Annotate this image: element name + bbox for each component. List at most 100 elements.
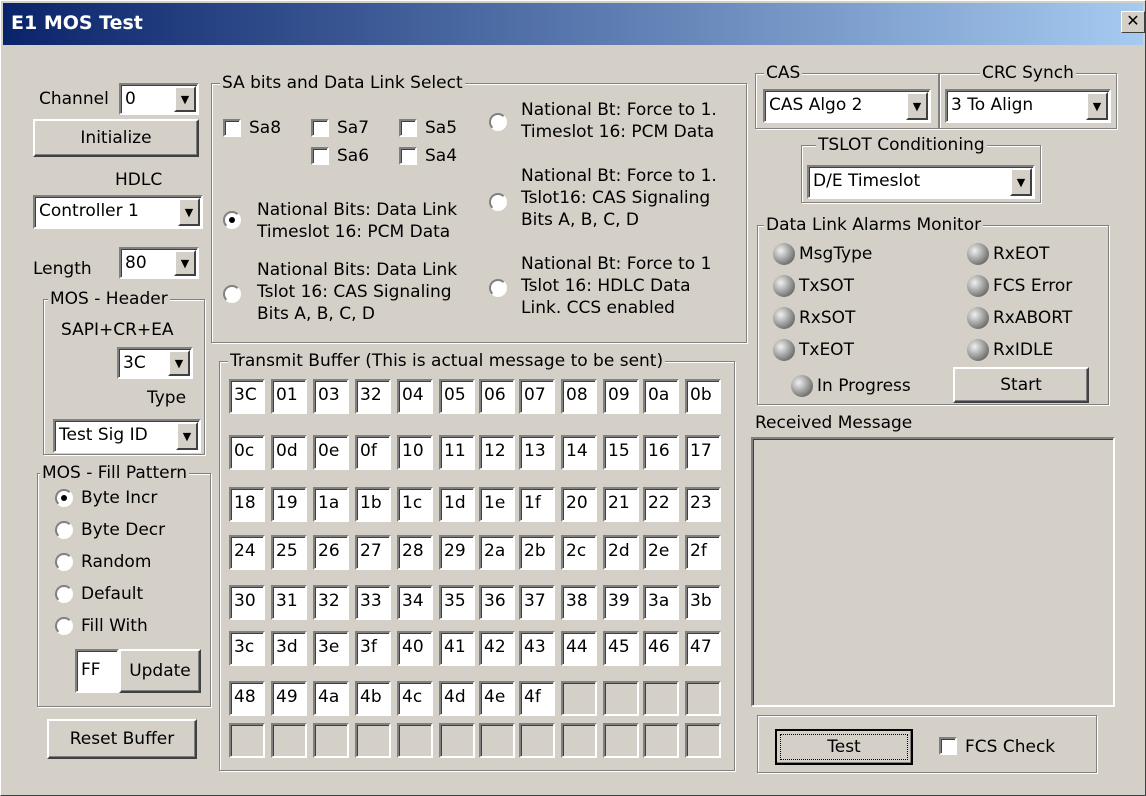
buffer-byte-cell[interactable]: 03 [313, 379, 349, 414]
buffer-byte-cell[interactable]: 31 [271, 585, 307, 620]
buffer-byte-cell[interactable]: 1d [439, 487, 475, 522]
crc-select[interactable]: 3 To Align ▼ [945, 89, 1111, 123]
buffer-byte-cell[interactable]: 0d [271, 435, 307, 470]
length-select[interactable]: 80 ▼ [119, 247, 199, 279]
sa-mode-radio[interactable] [223, 285, 241, 303]
chevron-down-icon[interactable]: ▼ [906, 92, 928, 120]
buffer-byte-cell[interactable] [271, 723, 307, 758]
buffer-byte-cell[interactable]: 04 [397, 379, 433, 414]
buffer-byte-cell[interactable]: 0e [313, 435, 349, 470]
chevron-down-icon[interactable]: ▼ [174, 250, 196, 276]
buffer-byte-cell[interactable]: 49 [271, 681, 307, 716]
buffer-byte-cell[interactable]: 39 [603, 585, 639, 620]
buffer-byte-cell[interactable]: 2f [685, 535, 721, 570]
buffer-byte-cell[interactable]: 0b [685, 379, 721, 414]
buffer-byte-cell[interactable]: 05 [439, 379, 475, 414]
buffer-byte-cell[interactable] [685, 723, 721, 758]
buffer-byte-cell[interactable] [561, 723, 597, 758]
buffer-byte-cell[interactable] [355, 723, 391, 758]
buffer-byte-cell[interactable]: 10 [397, 435, 433, 470]
buffer-byte-cell[interactable]: 47 [685, 631, 721, 666]
fill-option-radio[interactable] [55, 489, 73, 507]
buffer-byte-cell[interactable]: 0c [229, 435, 265, 470]
fill-option-radio[interactable] [55, 617, 73, 635]
buffer-byte-cell[interactable] [519, 723, 555, 758]
chevron-down-icon[interactable]: ▼ [1086, 92, 1108, 120]
type-select[interactable]: Test Sig ID ▼ [53, 419, 201, 453]
buffer-byte-cell[interactable] [229, 723, 265, 758]
update-button[interactable]: Update [119, 649, 201, 693]
buffer-byte-cell[interactable]: 25 [271, 535, 307, 570]
buffer-byte-cell[interactable]: 35 [439, 585, 475, 620]
buffer-byte-cell[interactable]: 1f [519, 487, 555, 522]
close-button[interactable]: ✕ [1121, 11, 1145, 33]
sa-checkbox[interactable] [311, 147, 329, 165]
sapi-select[interactable]: 3C ▼ [117, 347, 193, 379]
buffer-byte-cell[interactable]: 4e [479, 681, 515, 716]
fill-with-input[interactable]: FF [75, 649, 119, 693]
buffer-byte-cell[interactable]: 4c [397, 681, 433, 716]
buffer-byte-cell[interactable]: 4b [355, 681, 391, 716]
buffer-byte-cell[interactable]: 37 [519, 585, 555, 620]
buffer-byte-cell[interactable]: 12 [479, 435, 515, 470]
buffer-byte-cell[interactable]: 0a [643, 379, 679, 414]
buffer-byte-cell[interactable]: 26 [313, 535, 349, 570]
buffer-byte-cell[interactable]: 40 [397, 631, 433, 666]
buffer-byte-cell[interactable]: 32 [313, 585, 349, 620]
buffer-byte-cell[interactable]: 2b [519, 535, 555, 570]
buffer-byte-cell[interactable]: 1c [397, 487, 433, 522]
fill-option-radio[interactable] [55, 553, 73, 571]
chevron-down-icon[interactable]: ▼ [178, 198, 200, 226]
buffer-byte-cell[interactable]: 3c [229, 631, 265, 666]
channel-select[interactable]: 0 ▼ [119, 83, 199, 115]
sa-checkbox[interactable] [223, 119, 241, 137]
buffer-byte-cell[interactable]: 14 [561, 435, 597, 470]
buffer-byte-cell[interactable]: 3e [313, 631, 349, 666]
buffer-byte-cell[interactable]: 01 [271, 379, 307, 414]
buffer-byte-cell[interactable]: 4d [439, 681, 475, 716]
tslot-select[interactable]: D/E Timeslot ▼ [807, 165, 1035, 199]
buffer-byte-cell[interactable]: 20 [561, 487, 597, 522]
cas-select[interactable]: CAS Algo 2 ▼ [763, 89, 931, 123]
buffer-byte-cell[interactable]: 2d [603, 535, 639, 570]
buffer-byte-cell[interactable]: 33 [355, 585, 391, 620]
buffer-byte-cell[interactable]: 18 [229, 487, 265, 522]
buffer-byte-cell[interactable] [643, 681, 679, 716]
buffer-byte-cell[interactable]: 4f [519, 681, 555, 716]
buffer-byte-cell[interactable]: 1e [479, 487, 515, 522]
chevron-down-icon[interactable]: ▼ [168, 350, 190, 376]
buffer-byte-cell[interactable]: 46 [643, 631, 679, 666]
sa-mode-radio[interactable] [223, 211, 241, 229]
buffer-byte-cell[interactable]: 48 [229, 681, 265, 716]
buffer-byte-cell[interactable]: 29 [439, 535, 475, 570]
sa-mode-radio[interactable] [489, 113, 507, 131]
buffer-byte-cell[interactable]: 3f [355, 631, 391, 666]
hdlc-controller-select[interactable]: Controller 1 ▼ [33, 195, 203, 229]
buffer-byte-cell[interactable]: 09 [603, 379, 639, 414]
buffer-byte-cell[interactable]: 22 [643, 487, 679, 522]
fcs-check-checkbox[interactable] [939, 737, 957, 755]
buffer-byte-cell[interactable] [479, 723, 515, 758]
buffer-byte-cell[interactable]: 21 [603, 487, 639, 522]
buffer-byte-cell[interactable]: 08 [561, 379, 597, 414]
buffer-byte-cell[interactable]: 44 [561, 631, 597, 666]
buffer-byte-cell[interactable]: 36 [479, 585, 515, 620]
buffer-byte-cell[interactable]: 2e [643, 535, 679, 570]
buffer-byte-cell[interactable] [603, 723, 639, 758]
sa-mode-radio[interactable] [489, 193, 507, 211]
sa-mode-radio[interactable] [489, 279, 507, 297]
buffer-byte-cell[interactable]: 3b [685, 585, 721, 620]
test-button[interactable]: Test [775, 729, 913, 765]
buffer-byte-cell[interactable]: 11 [439, 435, 475, 470]
buffer-byte-cell[interactable]: 2c [561, 535, 597, 570]
title-bar[interactable]: E1 MOS Test [3, 3, 1143, 45]
buffer-byte-cell[interactable]: 17 [685, 435, 721, 470]
sa-checkbox[interactable] [399, 147, 417, 165]
buffer-byte-cell[interactable]: 3a [643, 585, 679, 620]
buffer-byte-cell[interactable]: 06 [479, 379, 515, 414]
buffer-byte-cell[interactable] [685, 681, 721, 716]
buffer-byte-cell[interactable]: 28 [397, 535, 433, 570]
sa-checkbox[interactable] [399, 119, 417, 137]
buffer-byte-cell[interactable]: 2a [479, 535, 515, 570]
buffer-byte-cell[interactable] [561, 681, 597, 716]
